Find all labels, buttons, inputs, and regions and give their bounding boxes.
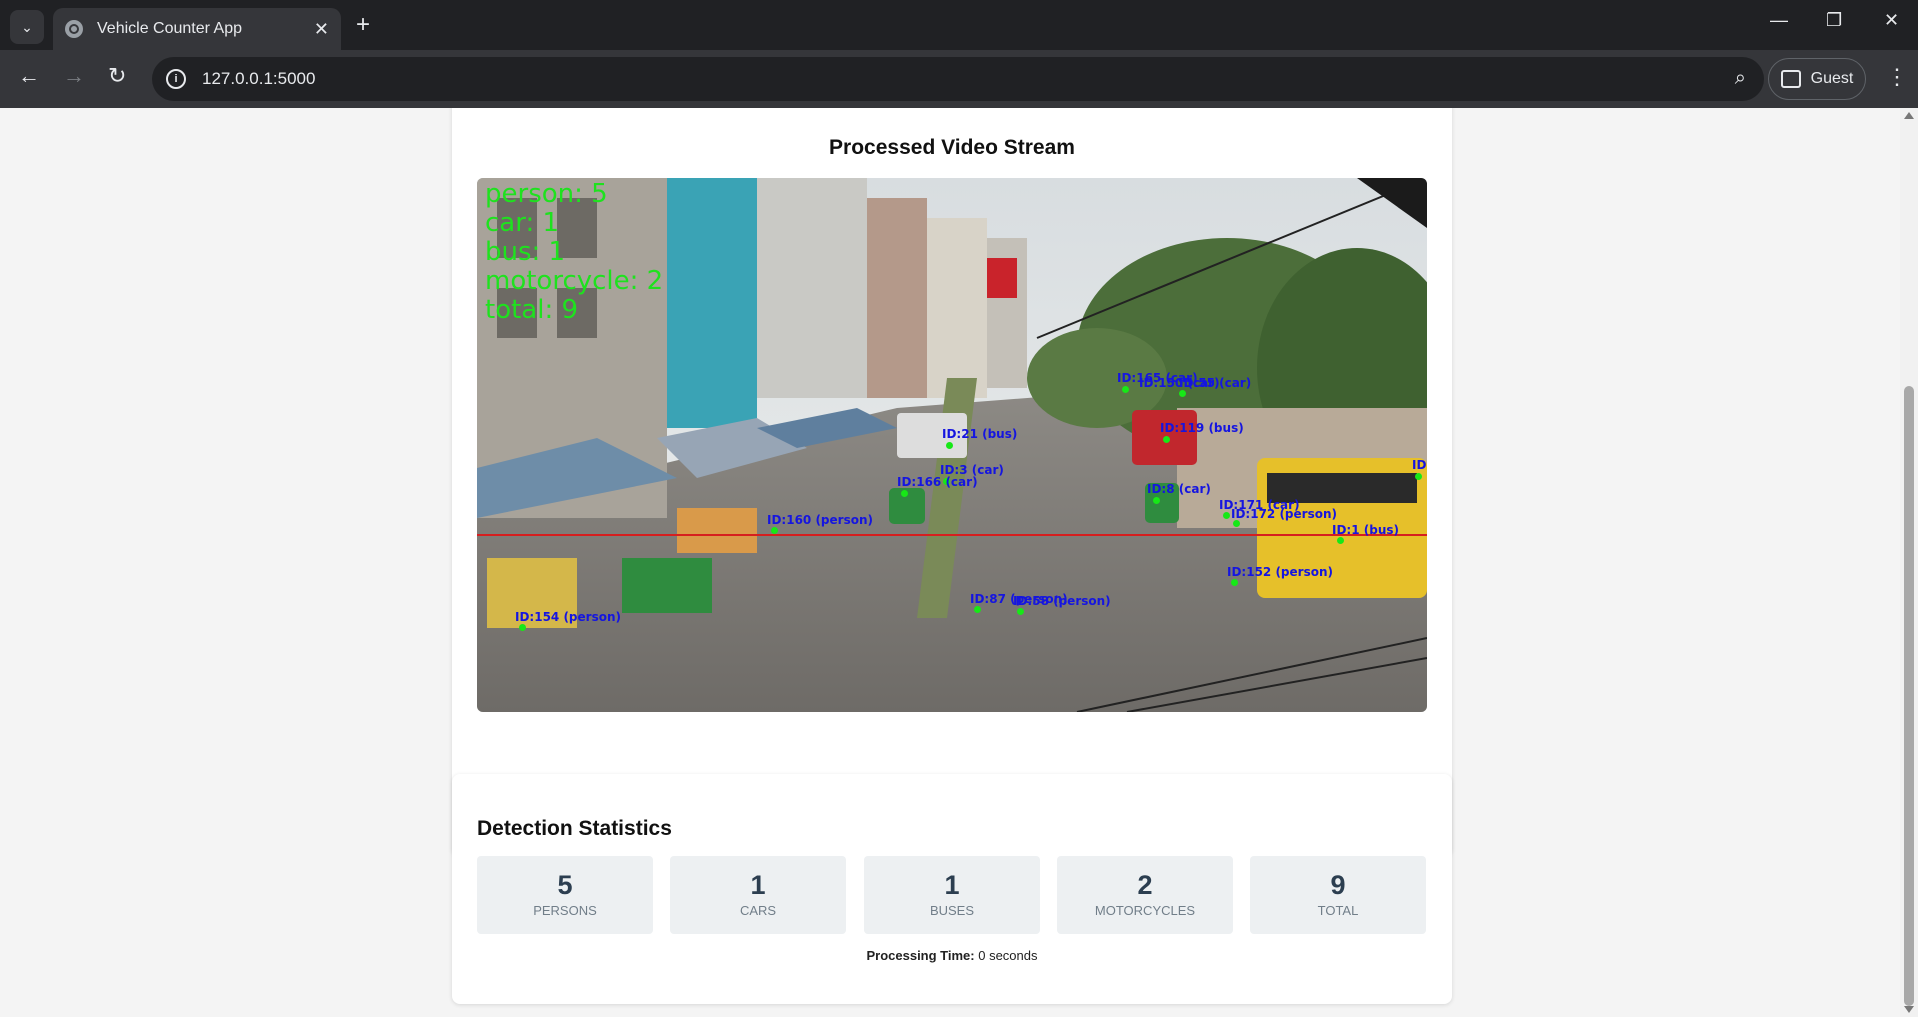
detection-label: ID:1 (bus) <box>1332 523 1399 537</box>
stat-value: 1 <box>944 870 960 900</box>
reload-button[interactable]: ↻ <box>108 64 126 88</box>
stat-buses: 1 BUSES <box>864 856 1040 934</box>
detection-centroid <box>519 624 526 631</box>
browser-menu-icon[interactable]: ⋮ <box>1886 64 1908 90</box>
detection-centroid <box>1122 386 1129 393</box>
detection-label: ID:119 (bus) <box>1160 421 1244 435</box>
detection-label: ID:166 (car) <box>897 475 978 489</box>
address-bar[interactable]: i 127.0.0.1:5000 ⌕ <box>152 57 1764 101</box>
detection-centroid <box>1017 608 1024 615</box>
overlay-person-count: person: 5 <box>485 179 608 209</box>
detection-centroid <box>974 606 981 613</box>
stat-value: 5 <box>557 870 573 900</box>
detection-label: ID:160 (person) <box>767 513 873 527</box>
detection-centroid <box>1153 497 1160 504</box>
profile-button[interactable]: Guest <box>1768 58 1866 100</box>
processing-time-label: Processing Time: <box>866 948 975 963</box>
browser-toolbar: ← → ↻ i 127.0.0.1:5000 ⌕ Guest ⋮ <box>0 50 1918 108</box>
restore-button[interactable]: ❐ <box>1826 10 1842 31</box>
stat-cars: 1 CARS <box>670 856 846 934</box>
stat-label: MOTORCYCLES <box>1094 903 1196 918</box>
stat-value: 9 <box>1330 870 1346 900</box>
overlay-motorcycle-count: motorcycle: 2 <box>485 266 664 296</box>
tab-search-button[interactable]: ⌄ <box>10 10 44 44</box>
processing-time: Processing Time: 0 seconds <box>452 948 1452 963</box>
zoom-icon[interactable]: ⌕ <box>1735 67 1746 90</box>
detection-label: ID:58 (person) <box>1013 594 1111 608</box>
tab-title: Vehicle Counter App <box>97 20 242 37</box>
detection-label: ID:21 (bus) <box>942 427 1018 441</box>
detection-label: ID:152 (person) <box>1227 565 1333 579</box>
statistics-title: Detection Statistics <box>477 817 672 840</box>
detection-centroid <box>946 442 953 449</box>
detection-centroid <box>1223 512 1230 519</box>
stat-persons: 5 PERSONS <box>477 856 653 934</box>
detection-centroid <box>1415 473 1422 480</box>
forward-button[interactable]: → <box>63 64 85 88</box>
browser-tab-bar: ⌄ Vehicle Counter App ✕ + — ❐ ✕ <box>0 0 1918 50</box>
page-scrollbar[interactable] <box>1900 108 1918 1017</box>
detection-centroid <box>901 490 908 497</box>
detection-label: ID:55 (car) <box>1179 376 1252 390</box>
close-window-button[interactable]: ✕ <box>1884 10 1899 31</box>
minimize-button[interactable]: — <box>1770 10 1788 31</box>
globe-icon <box>65 20 83 38</box>
statistics-card: Detection Statistics 5 PERSONS 1 CARS 1 … <box>452 774 1452 1004</box>
scroll-down-icon[interactable] <box>1904 1006 1914 1013</box>
new-tab-button[interactable]: + <box>356 12 370 38</box>
stat-label: TOTAL <box>1317 903 1359 918</box>
processed-video-stream: person: 5 car: 1 bus: 1 motorcycle: 2 to… <box>477 178 1427 712</box>
overlay-bus-count: bus: 1 <box>485 237 566 267</box>
site-info-icon[interactable]: i <box>166 69 186 89</box>
stat-label: CARS <box>739 903 777 918</box>
stat-label: BUSES <box>929 903 975 918</box>
stat-motorcycles: 2 MOTORCYCLES <box>1057 856 1233 934</box>
detection-centroid <box>1231 579 1238 586</box>
stat-value: 2 <box>1137 870 1153 900</box>
detection-label: ID:172 (person) <box>1231 507 1337 521</box>
url-text: 127.0.0.1:5000 <box>202 69 316 88</box>
stat-value: 1 <box>750 870 766 900</box>
detection-label: ID: <box>1412 458 1427 472</box>
browser-tab[interactable]: Vehicle Counter App ✕ <box>53 8 341 50</box>
page-viewport: Processed Video Stream person: 5 car: 1 … <box>0 108 1900 1017</box>
overlay-car-count: car: 1 <box>485 208 560 238</box>
close-tab-icon[interactable]: ✕ <box>314 19 329 40</box>
profile-icon <box>1780 70 1801 88</box>
detection-centroid <box>771 527 778 534</box>
back-button[interactable]: ← <box>18 64 40 88</box>
scroll-up-icon[interactable] <box>1904 112 1914 119</box>
video-section-title: Processed Video Stream <box>829 136 1075 159</box>
video-card: Processed Video Stream person: 5 car: 1 … <box>452 108 1452 856</box>
stat-label: PERSONS <box>533 903 597 918</box>
processing-time-value: 0 seconds <box>974 948 1038 963</box>
profile-label: Guest <box>1810 70 1854 87</box>
detection-label: ID:8 (car) <box>1147 482 1211 496</box>
stat-total: 9 TOTAL <box>1250 856 1426 934</box>
detection-centroid <box>1179 390 1186 397</box>
overlay-total-count: total: 9 <box>485 295 579 325</box>
detection-centroid <box>1233 520 1240 527</box>
detection-label: ID:154 (person) <box>515 610 621 624</box>
scrollbar-thumb[interactable] <box>1904 386 1914 1006</box>
detection-centroid <box>1337 537 1344 544</box>
detection-centroid <box>1163 436 1170 443</box>
